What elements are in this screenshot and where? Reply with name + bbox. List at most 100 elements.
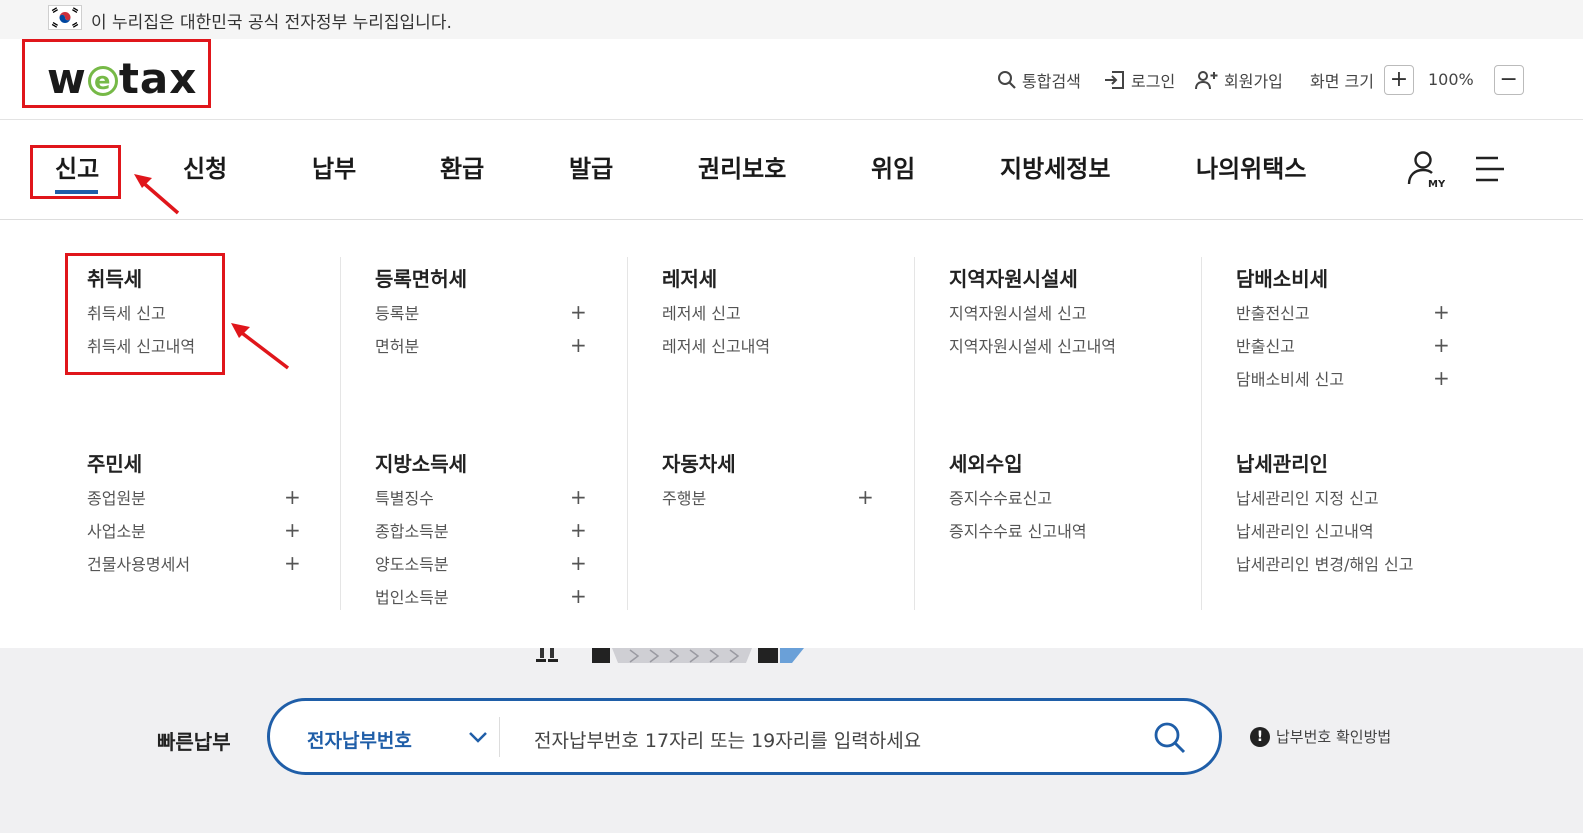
nav-item-rights[interactable]: 권리보호 [698, 149, 786, 184]
payment-number-input[interactable]: 전자납부번호 17자리 또는 19자리를 입력하세요 [534, 726, 921, 753]
search-icon [998, 70, 1016, 89]
info-icon: ! [1250, 726, 1270, 747]
expand-plus-icon[interactable]: + [570, 519, 587, 541]
menu-group-non-tax-revenue: 세외수입 증지수수료신고 증지수수료 신고내역 [949, 448, 1179, 554]
column-divider [627, 257, 628, 610]
nav-item-refund[interactable]: 환급 [440, 149, 484, 184]
expand-plus-icon[interactable]: + [570, 301, 587, 323]
integrated-search-link[interactable]: 통합검색 [997, 39, 1081, 120]
expand-plus-icon[interactable]: + [1433, 301, 1450, 323]
expand-plus-icon[interactable]: + [570, 552, 587, 574]
menu-item[interactable]: 지역자원시설세 신고내역 [949, 336, 1179, 369]
menu-item[interactable]: 지역자원시설세 신고 [949, 303, 1179, 336]
gov-banner-text: 이 누리집은 대한민국 공식 전자정부 누리집입니다. [91, 13, 452, 33]
my-icon-label: MY [1428, 179, 1445, 190]
hamburger-menu-icon[interactable] [1474, 155, 1506, 183]
nav-item-delegation[interactable]: 위임 [871, 149, 915, 184]
menu-item-label: 납세관리인 변경/해임 신고 [1236, 555, 1414, 574]
menu-item-label: 레저세 신고 [662, 304, 741, 323]
column-divider [914, 257, 915, 610]
signup-link[interactable]: 회원가입 [1195, 39, 1283, 120]
menu-item-label: 지역자원시설세 신고내역 [949, 337, 1117, 356]
menu-item[interactable]: 증지수수료신고 [949, 488, 1179, 521]
menu-item[interactable]: 레저세 신고내역 [662, 336, 882, 369]
menu-item[interactable]: 등록분 + [375, 301, 595, 336]
chevron-down-icon[interactable] [468, 729, 488, 745]
quick-pay-section: 빠른납부 전자납부번호 전자납부번호 17자리 또는 19자리를 입력하세요 !… [0, 648, 1583, 833]
expand-plus-icon[interactable]: + [284, 552, 301, 574]
nav-item-apply[interactable]: 신청 [183, 149, 227, 184]
group-title[interactable]: 주민세 [87, 448, 307, 478]
menu-item[interactable]: 특별징수 + [375, 486, 595, 521]
group-title[interactable]: 등록면허세 [375, 263, 595, 293]
payment-number-help-link[interactable]: ! 납부번호 확인방법 [1250, 726, 1391, 747]
group-title[interactable]: 납세관리인 [1236, 448, 1476, 478]
nav-item-local-tax-info[interactable]: 지방세정보 [1000, 149, 1110, 184]
menu-item-label: 양도소득분 [375, 555, 449, 574]
menu-item[interactable]: 납세관리인 신고내역 [1236, 521, 1476, 554]
menu-item-label: 반출신고 [1236, 337, 1295, 356]
menu-item[interactable]: 납세관리인 지정 신고 [1236, 488, 1476, 521]
add-user-icon [1195, 70, 1218, 89]
nav-item-issue[interactable]: 발급 [569, 149, 613, 184]
nav-item-pay[interactable]: 납부 [312, 149, 356, 184]
menu-item[interactable]: 종합소득분 + [375, 519, 595, 554]
group-title[interactable]: 자동차세 [662, 448, 882, 478]
menu-item[interactable]: 사업소분 + [87, 519, 307, 554]
search-icon[interactable] [1153, 721, 1187, 755]
group-title[interactable]: 세외수입 [949, 448, 1179, 478]
menu-item[interactable]: 납세관리인 변경/해임 신고 [1236, 554, 1476, 587]
column-divider [340, 257, 341, 610]
site-header: w e tax 통합검색 로그인 회원가입 화면 크기 + 100% − [0, 39, 1583, 120]
group-title[interactable]: 지방소득세 [375, 448, 595, 478]
menu-item-label: 등록분 [375, 304, 420, 323]
group-title[interactable]: 지역자원시설세 [949, 263, 1179, 293]
menu-item[interactable]: 주행분 + [662, 486, 882, 521]
expand-plus-icon[interactable]: + [857, 486, 874, 508]
quick-pay-search-box: 전자납부번호 전자납부번호 17자리 또는 19자리를 입력하세요 [267, 698, 1222, 775]
menu-item-label: 반출전신고 [1236, 304, 1310, 323]
menu-item[interactable]: 종업원분 + [87, 486, 307, 521]
zoom-level: 100% [1427, 70, 1474, 89]
menu-item-label: 증지수수료신고 [949, 489, 1053, 508]
zoom-in-button[interactable]: + [1383, 64, 1414, 95]
expand-plus-icon[interactable]: + [570, 486, 587, 508]
menu-item-label: 증지수수료 신고내역 [949, 522, 1087, 541]
menu-item-label: 건물사용명세서 [87, 555, 191, 574]
menu-item[interactable]: 반출전신고 + [1236, 301, 1456, 336]
expand-plus-icon[interactable]: + [284, 486, 301, 508]
menu-item-label: 납세관리인 신고내역 [1236, 522, 1374, 541]
payment-type-select[interactable]: 전자납부번호 [307, 726, 412, 753]
annotation-arrow-icon [134, 174, 180, 215]
menu-item-label: 종합소득분 [375, 522, 449, 541]
annotation-box-report-tab [30, 145, 121, 199]
menu-item-label: 레저세 신고내역 [662, 337, 771, 356]
menu-item-label: 면허분 [375, 337, 420, 356]
menu-item[interactable]: 면허분 + [375, 334, 595, 369]
menu-item[interactable]: 증지수수료 신고내역 [949, 521, 1179, 554]
expand-plus-icon[interactable]: + [570, 334, 587, 356]
korea-flag-icon [48, 5, 82, 30]
menu-item-label: 사업소분 [87, 522, 146, 541]
menu-item[interactable]: 법인소득분 + [375, 585, 595, 620]
my-page-icon[interactable]: MY [1405, 150, 1445, 190]
menu-group-tax-administrator: 납세관리인 납세관리인 지정 신고 납세관리인 신고내역 납세관리인 변경/해임… [1236, 448, 1476, 587]
expand-plus-icon[interactable]: + [284, 519, 301, 541]
group-title[interactable]: 레저세 [662, 263, 882, 293]
menu-item[interactable]: 양도소득분 + [375, 552, 595, 587]
menu-group-leisure-tax: 레저세 레저세 신고 레저세 신고내역 [662, 263, 882, 369]
menu-item-label: 납세관리인 지정 신고 [1236, 489, 1379, 508]
login-label: 로그인 [1131, 71, 1176, 91]
login-link[interactable]: 로그인 [1104, 39, 1175, 120]
menu-item[interactable]: 레저세 신고 [662, 303, 882, 336]
menu-item[interactable]: 담배소비세 신고 + [1236, 367, 1456, 402]
group-title[interactable]: 담배소비세 [1236, 263, 1456, 293]
expand-plus-icon[interactable]: + [1433, 367, 1450, 389]
main-nav: 신고 신청 납부 환급 발급 권리보호 위임 지방세정보 나의위택스 MY [0, 120, 1583, 220]
zoom-out-button[interactable]: − [1493, 64, 1524, 95]
nav-item-my-wetax[interactable]: 나의위택스 [1196, 149, 1306, 184]
menu-item[interactable]: 반출신고 + [1236, 334, 1456, 369]
menu-item[interactable]: 건물사용명세서 + [87, 552, 307, 587]
expand-plus-icon[interactable]: + [1433, 334, 1450, 356]
expand-plus-icon[interactable]: + [570, 585, 587, 607]
